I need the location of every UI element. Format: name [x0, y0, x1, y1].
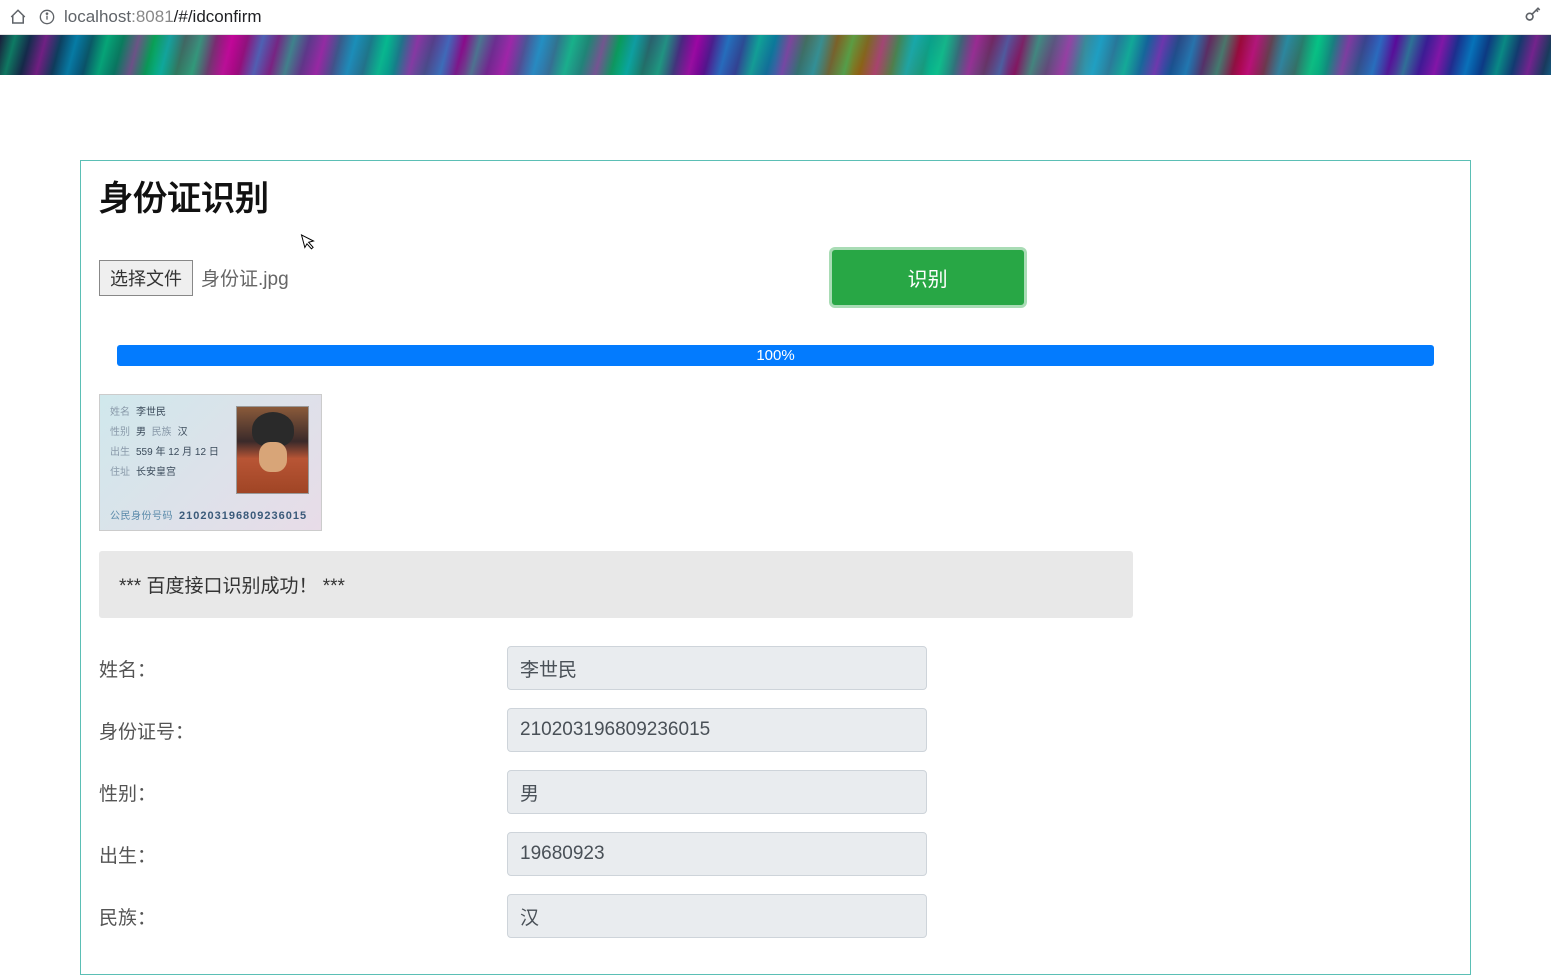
preview-idnum-value: 210203196809236015	[179, 510, 307, 522]
url-display[interactable]: localhost:8081/#/idconfirm	[64, 7, 262, 27]
key-icon[interactable]	[1523, 5, 1543, 30]
choose-file-button[interactable]: 选择文件	[99, 260, 193, 296]
preview-birth-label: 出生	[110, 447, 130, 458]
input-nation[interactable]	[507, 894, 927, 938]
preview-idnum-label: 公民身份号码	[110, 511, 173, 522]
progress-container: 100%	[117, 345, 1434, 366]
main-card: 身份证识别 选择文件 身份证.jpg 识别 100% 姓名李世民 性别男 民族汉…	[80, 160, 1471, 975]
input-idnum[interactable]	[507, 708, 927, 752]
preview-birth-value: 559 年 12 月 12 日	[136, 447, 219, 458]
selected-file-name: 身份证.jpg	[201, 264, 289, 291]
preview-sex-value: 男	[136, 427, 146, 438]
home-icon[interactable]	[8, 7, 28, 27]
url-host: localhost	[64, 7, 131, 26]
id-photo	[236, 406, 309, 494]
preview-nation-label: 民族	[152, 427, 172, 438]
label-sex: 性别：	[99, 779, 507, 806]
preview-nation-value: 汉	[178, 427, 188, 438]
label-name: 姓名：	[99, 655, 507, 682]
preview-name-label: 姓名	[110, 407, 130, 418]
label-birth: 出生：	[99, 841, 507, 868]
form-row-nation: 民族：	[99, 894, 1452, 938]
file-picker: 选择文件 身份证.jpg	[99, 260, 289, 296]
label-idnum: 身份证号：	[99, 717, 507, 744]
form-row-name: 姓名：	[99, 646, 1452, 690]
page-title: 身份证识别	[99, 171, 1452, 220]
browser-address-bar: localhost:8081/#/idconfirm	[0, 0, 1551, 35]
url-port: :8081	[131, 7, 174, 26]
input-sex[interactable]	[507, 770, 927, 814]
recognize-button[interactable]: 识别	[832, 250, 1024, 305]
upload-row: 选择文件 身份证.jpg 识别	[99, 250, 1452, 305]
id-card-preview: 姓名李世民 性别男 民族汉 出生 559 年 12 月 12 日 住址长安皇宫 公…	[99, 394, 322, 531]
form-row-idnum: 身份证号：	[99, 708, 1452, 752]
input-birth[interactable]	[507, 832, 927, 876]
decorative-banner	[0, 35, 1551, 75]
preview-address-label: 住址	[110, 467, 130, 478]
label-nation: 民族：	[99, 903, 507, 930]
form-row-birth: 出生：	[99, 832, 1452, 876]
preview-sex-label: 性别	[110, 427, 130, 438]
form-row-sex: 性别：	[99, 770, 1452, 814]
progress-bar: 100%	[117, 345, 1434, 366]
status-message: *** 百度接口识别成功！ ***	[99, 551, 1133, 618]
progress-text: 100%	[756, 347, 794, 364]
url-path: /#/idconfirm	[174, 7, 262, 26]
preview-address-value: 长安皇宫	[136, 467, 176, 478]
input-name[interactable]	[507, 646, 927, 690]
info-icon[interactable]	[38, 8, 56, 26]
preview-name-value: 李世民	[136, 407, 166, 418]
